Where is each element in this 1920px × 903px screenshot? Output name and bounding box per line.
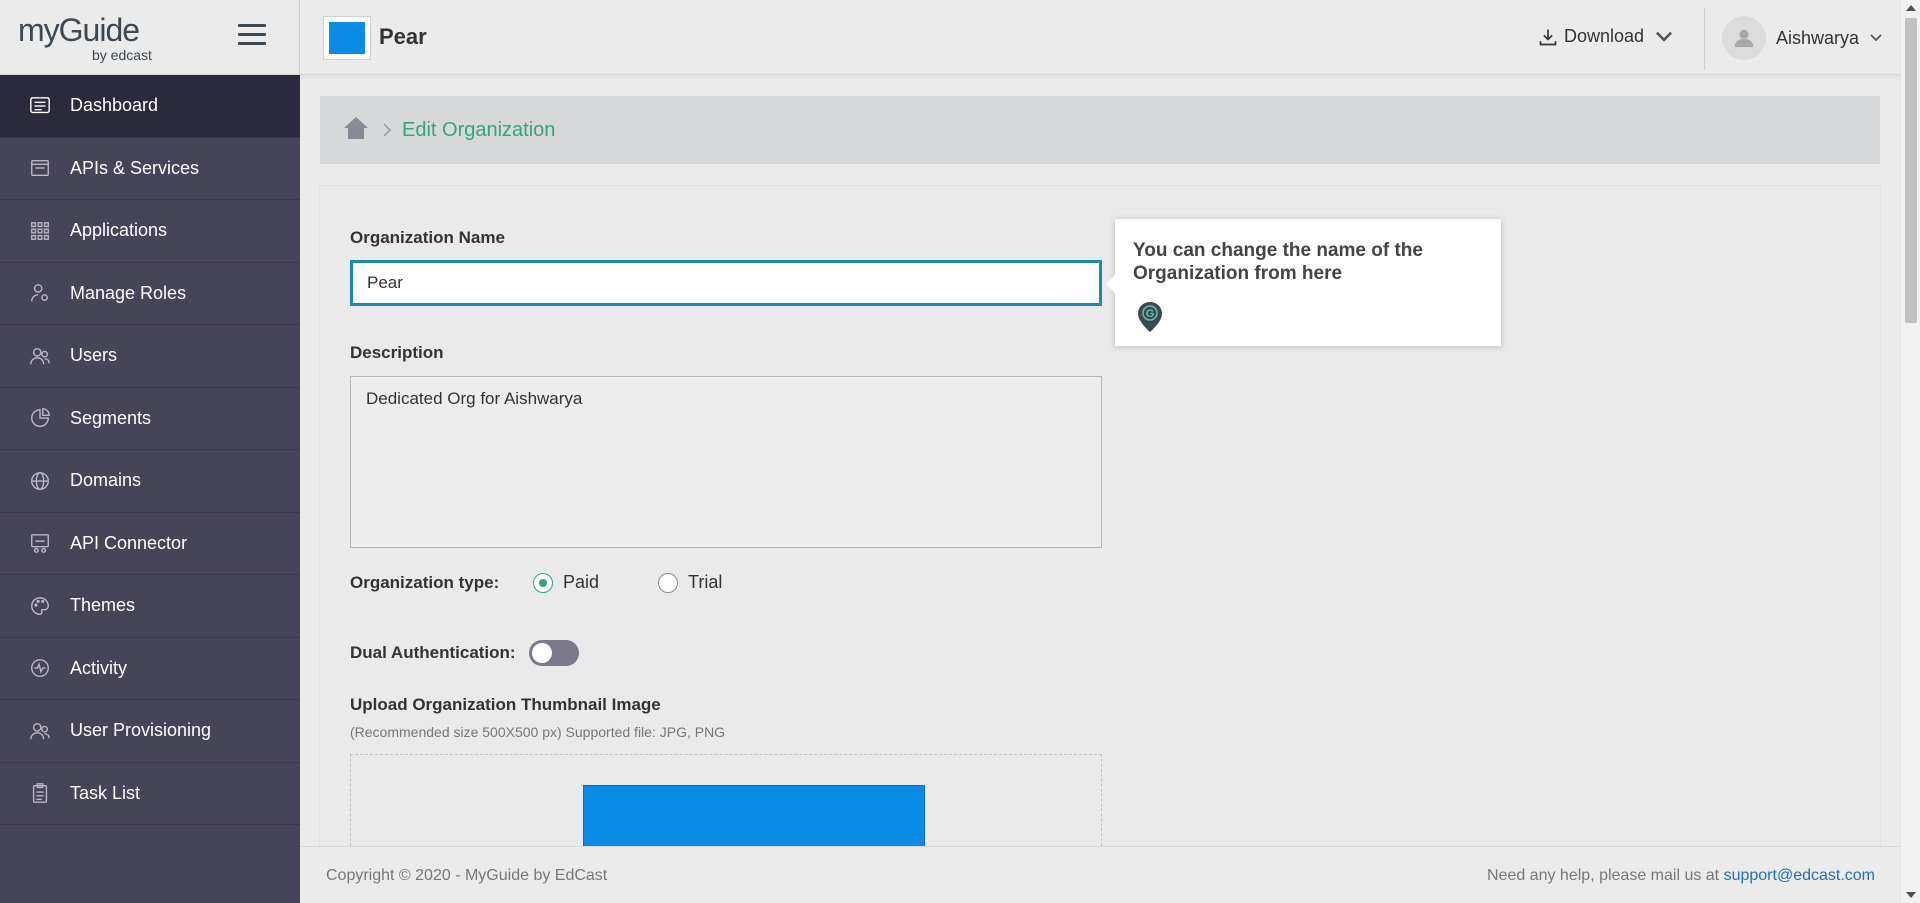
sidebar-item-task-list[interactable]: Task List [0, 763, 300, 825]
myguide-logo[interactable]: myGuide by edcast [18, 12, 168, 64]
api-icon [28, 156, 52, 180]
sidebar-item-label: Segments [70, 407, 152, 428]
user-gear-icon [28, 281, 52, 305]
dual-auth-label: Dual Authentication: [350, 643, 516, 662]
users-icon [28, 344, 52, 368]
copyright-text: Copyright © 2020 - MyGuide by EdCast [326, 867, 608, 884]
top-bar: Pear Download Aishwarya [300, 0, 1900, 75]
grid-icon [28, 219, 52, 243]
download-label: Download [1564, 26, 1645, 46]
sidebar-item-segments[interactable]: Segments [0, 388, 300, 450]
org-type-paid-radio[interactable]: Paid [533, 572, 599, 593]
sidebar-item-label: Themes [70, 595, 136, 616]
user-icon [1734, 29, 1754, 48]
globe-icon [28, 469, 52, 493]
download-dropdown[interactable]: Download [1538, 26, 1680, 47]
scroll-down-arrow-icon[interactable] [1906, 892, 1916, 898]
sidebar-item-applications[interactable]: Applications [0, 200, 300, 263]
pie-icon [28, 406, 52, 430]
sidebar-item-label: Manage Roles [70, 282, 187, 303]
upload-hint: (Recommended size 500X500 px) Supported … [350, 724, 726, 740]
dashboard-icon [28, 94, 52, 118]
sidebar-item-manage-roles[interactable]: Manage Roles [0, 263, 300, 325]
sidebar-item-label: Applications [70, 220, 168, 241]
users-icon [28, 719, 52, 743]
description-textarea[interactable]: Dedicated Org for Aishwarya [350, 376, 1102, 548]
thumbnail-preview [583, 785, 925, 847]
myguide-pin-icon[interactable]: G [1137, 301, 1163, 333]
description-label: Description [350, 343, 444, 362]
chevron-down-icon [1870, 34, 1882, 42]
org-thumbnail [323, 16, 371, 60]
chevron-right-icon [383, 123, 392, 137]
radio-label: Paid [563, 572, 600, 592]
palette-icon [28, 594, 52, 618]
sidebar-item-label: User Provisioning [70, 720, 212, 741]
sidebar-item-users[interactable]: Users [0, 325, 300, 388]
org-type-trial-radio[interactable]: Trial [658, 572, 722, 593]
guide-tooltip: You can change the name of the Organizat… [1106, 219, 1501, 346]
sidebar-item-apis-services[interactable]: APIs & Services [0, 138, 300, 200]
hamburger-menu-icon[interactable] [238, 24, 266, 48]
breadcrumb-current: Edit Organization [402, 118, 556, 141]
user-menu[interactable]: Aishwarya [1722, 16, 1883, 60]
logo-area: myGuide by edcast [0, 0, 300, 75]
sidebar-item-label: Activity [70, 657, 128, 678]
sidebar-item-label: Users [70, 345, 118, 366]
logo-by-text: by edcast [92, 47, 152, 63]
clipboard-icon [28, 781, 52, 805]
sidebar-nav: Dashboard APIs & Services Applications M… [0, 75, 300, 825]
help-label: Need any help, please mail us at [1486, 867, 1724, 884]
avatar [1722, 16, 1766, 60]
sidebar-item-dashboard[interactable]: Dashboard [0, 75, 300, 138]
tooltip-text: You can change the name of the Organizat… [1133, 240, 1423, 284]
breadcrumb: Edit Organization [320, 96, 1880, 164]
scroll-up-arrow-icon[interactable] [1906, 5, 1916, 11]
edit-organization-form: Organization Name Description Dedicated … [320, 186, 1880, 847]
sidebar-item-label: Task List [70, 782, 141, 803]
sidebar-item-api-connector[interactable]: API Connector [0, 513, 300, 575]
home-icon[interactable] [342, 115, 370, 146]
activity-icon [28, 656, 52, 680]
svg-text:G: G [1146, 308, 1155, 320]
logo-main-text: myGuide [18, 12, 140, 48]
org-name-label: Organization Name [350, 228, 505, 247]
org-name-title: Pear [379, 24, 427, 49]
sidebar-item-label: Dashboard [70, 95, 159, 116]
api-connector-icon [28, 531, 52, 555]
radio-label: Trial [688, 572, 723, 592]
radio-checked-icon [533, 572, 553, 593]
dual-auth-toggle[interactable] [529, 640, 579, 666]
sidebar: myGuide by edcast Dashboard APIs & Servi… [0, 0, 300, 903]
page-scrollbar[interactable] [1900, 0, 1920, 903]
upload-dropzone[interactable] [350, 754, 1102, 847]
upload-thumbnail-label: Upload Organization Thumbnail Image [350, 695, 661, 714]
sidebar-item-label: APIs & Services [70, 157, 200, 178]
chevron-down-icon [1656, 31, 1673, 42]
tooltip-arrow [1106, 274, 1116, 294]
download-icon [1539, 29, 1557, 45]
user-name: Aishwarya [1776, 27, 1860, 48]
radio-unchecked-icon [658, 572, 678, 593]
sidebar-item-user-provisioning[interactable]: User Provisioning [0, 700, 300, 763]
sidebar-item-label: API Connector [70, 532, 188, 553]
footer: Copyright © 2020 - MyGuide by EdCast Nee… [300, 846, 1900, 903]
org-type-label: Organization type: [350, 573, 500, 592]
org-name-input[interactable] [350, 260, 1102, 306]
topbar-divider [1704, 8, 1705, 70]
help-text: Need any help, please mail us at support… [1487, 867, 1875, 885]
sidebar-item-themes[interactable]: Themes [0, 575, 300, 638]
support-email-link[interactable]: support@edcast.com [1724, 867, 1875, 884]
sidebar-item-domains[interactable]: Domains [0, 450, 300, 513]
sidebar-item-label: Domains [70, 470, 142, 491]
sidebar-item-activity[interactable]: Activity [0, 638, 300, 700]
scroll-thumb[interactable] [1905, 18, 1917, 323]
